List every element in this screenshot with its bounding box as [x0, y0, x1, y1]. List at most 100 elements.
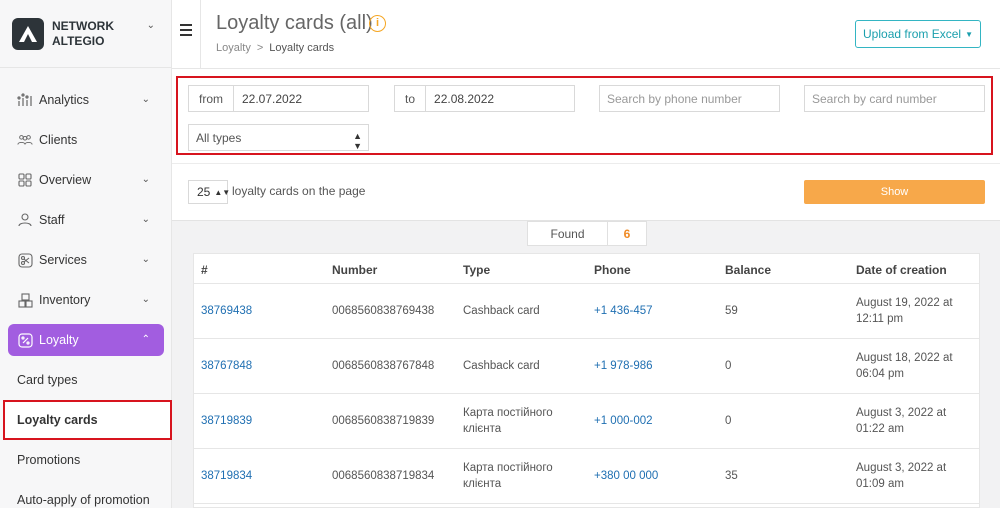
breadcrumb: Loyalty > Loyalty cards: [216, 42, 334, 54]
type-select-value: All types: [196, 130, 242, 145]
found-label: Found: [528, 222, 608, 245]
sidebar-item-overview[interactable]: Overview ⌄: [0, 160, 172, 200]
page-title: Loyalty cards (all): [216, 12, 373, 34]
sidebar-subitem-loyalty-cards[interactable]: Loyalty cards: [3, 400, 172, 440]
card-type: Карта постійного клієнта: [463, 407, 553, 435]
upload-from-excel-button[interactable]: Upload from Excel ▼: [855, 20, 981, 48]
card-type: Карта постійного клієнта: [463, 462, 553, 490]
table-header: # Number Type Phone Balance Date of crea…: [194, 254, 979, 284]
card-number: 0068560838719834: [332, 470, 435, 482]
select-arrows-icon: ▲▼: [353, 131, 362, 151]
breadcrumb-separator-icon: >: [256, 42, 264, 54]
sidebar-item-label: Loyalty: [39, 333, 79, 347]
card-id-link[interactable]: 38767848: [201, 339, 252, 393]
date-from-value: 22.07.2022: [242, 91, 303, 106]
section-divider: [172, 163, 1000, 164]
sidebar-item-label: Staff: [39, 213, 65, 227]
chevron-down-icon: ⌄: [141, 174, 150, 185]
card-balance: 59: [725, 305, 738, 317]
loyalty-cards-table: # Number Type Phone Balance Date of crea…: [193, 253, 980, 508]
found-count: 6: [623, 226, 631, 241]
sidebar-subitem-promotions[interactable]: Promotions: [0, 440, 172, 480]
date-to-label: to: [395, 86, 427, 111]
sidebar-item-analytics[interactable]: Analytics ⌄: [0, 80, 172, 120]
chevron-down-icon: ⌄: [141, 254, 150, 265]
show-button[interactable]: Show: [804, 180, 985, 204]
date-from-field[interactable]: from 22.07.2022: [188, 85, 369, 112]
date-from-label: from: [189, 86, 234, 111]
sidebar-item-label: Clients: [39, 133, 78, 147]
sidebar-nav: Analytics ⌄ Clients Overview ⌄ Staff ⌄ S…: [0, 80, 172, 508]
card-type: Cashback card: [463, 305, 540, 317]
sidebar-subitem-card-types[interactable]: Card types: [0, 360, 172, 400]
creation-date: August 18, 2022 at 06:04 pm: [856, 352, 953, 380]
header-bottom-border: [172, 68, 1000, 69]
inventory-icon: [17, 292, 33, 308]
date-to-field[interactable]: to 22.08.2022: [394, 85, 575, 112]
chevron-up-icon: ⌃: [141, 334, 150, 345]
overview-icon: [17, 172, 33, 188]
client-phone-link[interactable]: +1 978-986: [594, 339, 653, 393]
column-header-balance[interactable]: Balance: [725, 263, 771, 277]
phone-search-placeholder: Search by phone number: [607, 91, 742, 106]
sidebar-item-staff[interactable]: Staff ⌄: [0, 200, 172, 240]
sidebar-item-services[interactable]: Services ⌄: [0, 240, 172, 280]
info-icon[interactable]: i: [369, 15, 386, 32]
sidebar-item-label: Analytics: [39, 93, 90, 107]
card-id-link[interactable]: 38719839: [201, 394, 252, 448]
table-row: 38769438 0068560838769438 Cashback card …: [194, 284, 979, 339]
altegio-logo: [12, 17, 44, 50]
per-page-value: 25: [197, 185, 211, 199]
per-page-select[interactable]: 25 ▲▼: [188, 180, 231, 204]
creation-date: August 3, 2022 at 01:22 am: [856, 407, 947, 435]
type-select[interactable]: All types ▲ ▼: [188, 124, 369, 151]
card-balance: 0: [725, 360, 732, 372]
chevron-down-icon: ⌄: [141, 94, 150, 105]
menu-toggle-icon[interactable]: [180, 24, 192, 39]
sidebar-item-clients[interactable]: Clients: [0, 120, 172, 160]
analytics-icon: [17, 92, 33, 108]
services-icon: [17, 252, 33, 268]
column-header-id[interactable]: #: [201, 263, 208, 277]
creation-date: August 19, 2022 at 12:11 pm: [856, 297, 953, 325]
brand-name: NETWORK ALTEGIO: [52, 18, 114, 48]
sidebar-subitem-auto-apply[interactable]: Auto-apply of promotion: [0, 480, 172, 508]
table-row: 38767848 0068560838767848 Cashback card …: [194, 339, 979, 394]
client-phone-link[interactable]: +380 00 000: [594, 449, 658, 503]
chevron-down-icon: ⌄: [141, 294, 150, 305]
loyalty-icon: [17, 332, 33, 348]
column-header-phone[interactable]: Phone: [594, 263, 631, 277]
clients-icon: [17, 132, 33, 148]
sidebar-item-label: Inventory: [39, 293, 91, 307]
breadcrumb-current: Loyalty cards: [269, 42, 335, 54]
client-phone-link[interactable]: +1 436-457: [594, 284, 653, 338]
sidebar-item-loyalty[interactable]: Loyalty ⌃: [8, 324, 164, 356]
column-header-type[interactable]: Type: [463, 263, 490, 277]
card-id-link[interactable]: 38769438: [201, 284, 252, 338]
table-row: 38719834 0068560838719834 Карта постійно…: [194, 449, 979, 504]
card-id-link[interactable]: 38719834: [201, 449, 252, 503]
upload-button-label: Upload from Excel: [863, 27, 962, 41]
card-search-placeholder: Search by card number: [812, 91, 937, 106]
card-search-input[interactable]: Search by card number: [804, 85, 985, 112]
chevron-down-icon[interactable]: ⌄: [147, 20, 155, 31]
date-to-value: 22.08.2022: [434, 91, 495, 106]
card-number: 0068560838767848: [332, 360, 435, 372]
chevron-down-icon: ⌄: [141, 214, 150, 225]
column-header-date[interactable]: Date of creation: [856, 263, 947, 277]
sidebar: NETWORK ALTEGIO ⌄ Analytics ⌄ Clients Ov…: [0, 0, 172, 508]
select-arrows-icon: ▲▼: [214, 187, 231, 197]
creation-date: August 3, 2022 at 01:09 am: [856, 462, 947, 490]
phone-search-input[interactable]: Search by phone number: [599, 85, 780, 112]
card-number: 0068560838719839: [332, 415, 435, 427]
brand-switcher[interactable]: NETWORK ALTEGIO ⌄: [0, 0, 171, 68]
column-header-number[interactable]: Number: [332, 263, 377, 277]
header-divider: [200, 0, 201, 68]
per-page-label: loyalty cards on the page: [232, 184, 366, 198]
card-number: 0068560838769438: [332, 305, 435, 317]
client-phone-link[interactable]: +1 000-002: [594, 394, 653, 448]
found-counter: Found 6: [527, 221, 647, 246]
sidebar-item-inventory[interactable]: Inventory ⌄: [0, 280, 172, 320]
card-balance: 35: [725, 470, 738, 482]
breadcrumb-loyalty[interactable]: Loyalty: [216, 42, 251, 54]
